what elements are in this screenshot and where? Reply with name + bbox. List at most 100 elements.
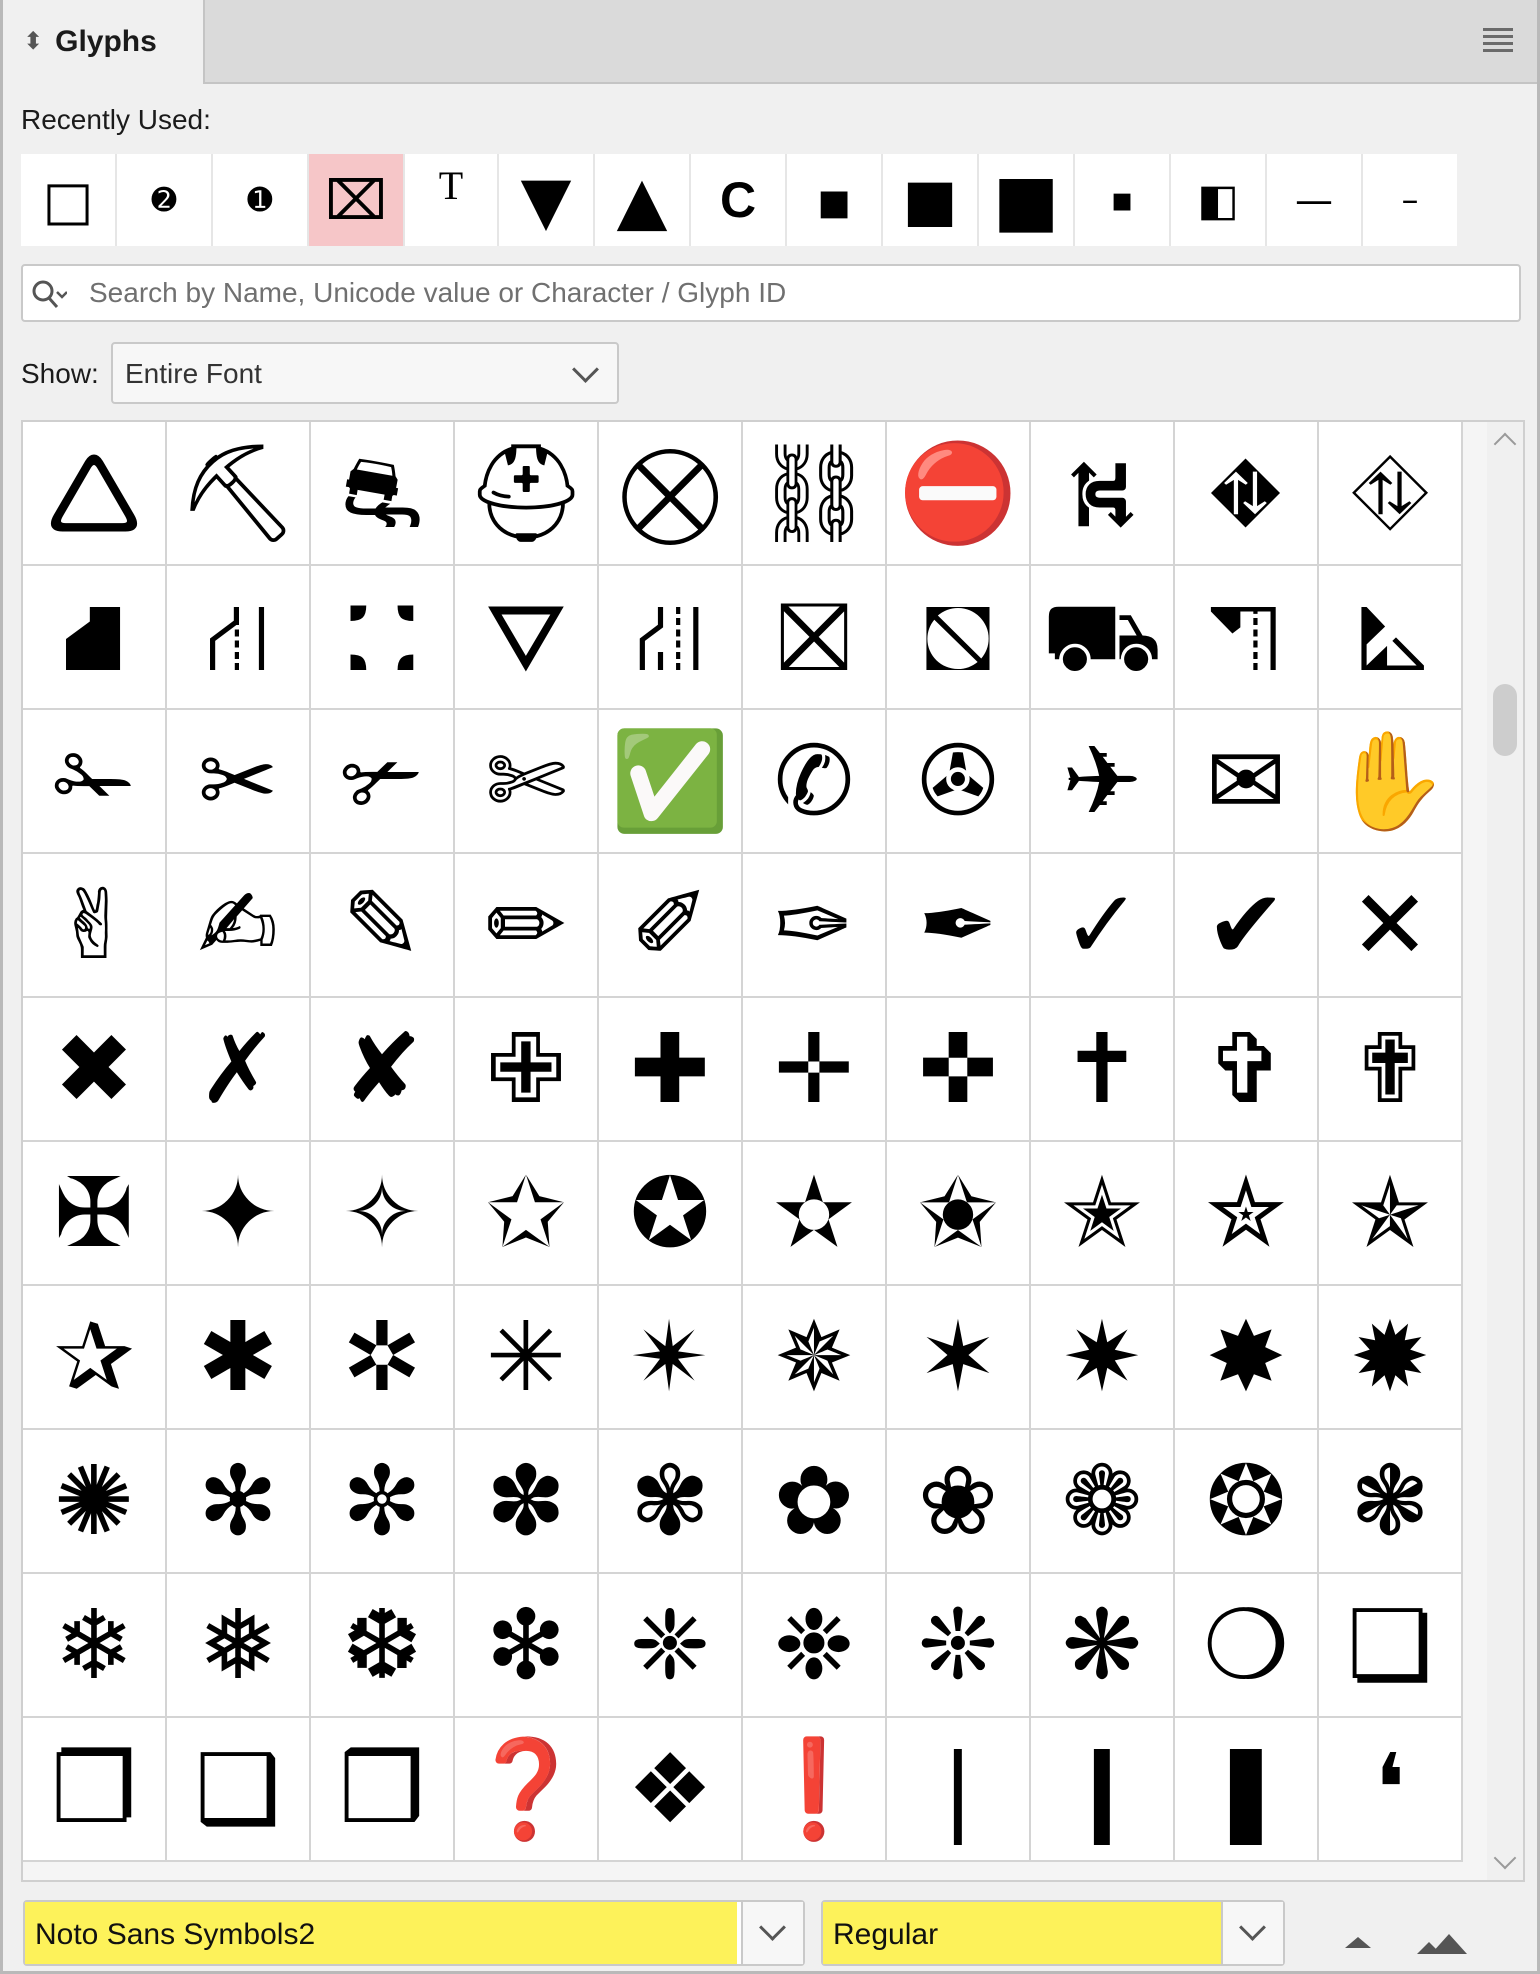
glyph-cell[interactable]: ✯ [1319,1142,1463,1286]
glyph-cell[interactable]: ✴ [599,1286,743,1430]
glyph-cell[interactable]: ⛖ [1175,422,1319,566]
glyph-cell[interactable]: ✮ [1175,1142,1319,1286]
glyph-cell[interactable]: ✹ [1319,1286,1463,1430]
glyph-cell[interactable]: ⛜ [599,566,743,710]
glyph-cell[interactable]: ❉ [743,1574,887,1718]
font-style-dropdown[interactable]: Regular [821,1900,1285,1966]
glyph-cell[interactable]: ✾ [599,1430,743,1574]
glyph-cell[interactable]: ⛙ [167,566,311,710]
glyph-cell[interactable]: ✞ [1175,998,1319,1142]
glyph-cell[interactable]: ❑ [167,1718,311,1862]
glyph-cell[interactable]: ❂ [1175,1430,1319,1574]
glyph-cell[interactable]: ✦ [167,1142,311,1286]
glyph-cell[interactable]: ✠ [23,1142,167,1286]
recent-glyph[interactable]: C [691,154,787,246]
glyph-cell[interactable]: ✌ [23,854,167,998]
glyph-cell[interactable]: ✒ [887,854,1031,998]
glyph-cell[interactable]: ⛗ [1319,422,1463,566]
recent-glyph[interactable]: — [1267,154,1363,246]
recent-glyph[interactable]: ➊ [213,154,309,246]
glyph-cell[interactable]: ✆ [743,710,887,854]
scroll-up-icon[interactable] [1493,432,1517,456]
glyph-cell[interactable]: ✉ [1175,710,1319,854]
recent-glyph[interactable]: ▲ [595,154,691,246]
glyph-cell[interactable]: ⛏ [167,422,311,566]
glyph-cell[interactable]: ⛒ [599,422,743,566]
glyph-cell[interactable]: ✳ [455,1286,599,1430]
glyph-grid-scrollbar[interactable] [1487,422,1523,1880]
glyph-cell[interactable]: ❇ [455,1574,599,1718]
glyph-cell[interactable]: ✇ [887,710,1031,854]
font-style-dropdown-button[interactable] [1221,1902,1283,1964]
glyph-cell[interactable]: ❐ [23,1718,167,1862]
glyph-cell[interactable]: ⛠ [1175,566,1319,710]
glyph-cell[interactable]: ✐ [599,854,743,998]
glyph-cell[interactable]: ✻ [167,1430,311,1574]
recent-glyph[interactable]: – [1363,154,1457,246]
glyph-cell[interactable]: ❏ [1319,1574,1463,1718]
glyph-cell[interactable]: ❁ [1031,1430,1175,1574]
glyph-cell[interactable]: ⛞ [887,566,1031,710]
glyph-cell[interactable]: ❘ [887,1718,1031,1862]
glyph-cell[interactable]: ✲ [311,1286,455,1430]
glyph-cell[interactable]: ✑ [743,854,887,998]
glyph-cell[interactable]: ❋ [1031,1574,1175,1718]
show-dropdown[interactable]: Entire Font [111,342,619,404]
glyph-cell[interactable]: ✸ [1175,1286,1319,1430]
glyph-cell[interactable]: ❓ [455,1718,599,1862]
glyph-cell[interactable]: ❀ [887,1430,1031,1574]
glyph-cell[interactable]: ⛐ [311,422,455,566]
glyph-cell[interactable]: ❍ [1175,1574,1319,1718]
zoom-in-icon[interactable] [1417,1930,1469,1954]
glyph-cell[interactable]: ✶ [887,1286,1031,1430]
glyph-cell[interactable]: ❆ [311,1574,455,1718]
glyph-cell[interactable]: ✽ [455,1430,599,1574]
glyph-cell[interactable]: 🛆 [23,422,167,566]
glyph-cell[interactable]: ❖ [599,1718,743,1862]
recent-glyph[interactable]: ▪ [1075,154,1171,246]
glyph-cell[interactable]: ❈ [599,1574,743,1718]
glyph-cell[interactable]: ✬ [887,1142,1031,1286]
glyph-cell[interactable]: ⛚ [311,566,455,710]
recent-glyph[interactable]: ◧ [1171,154,1267,246]
glyph-cell[interactable]: ✄ [455,710,599,854]
scroll-thumb[interactable] [1493,684,1517,756]
recent-glyph-selected[interactable]: ⌧ [309,154,405,246]
search-icon[interactable] [31,278,67,312]
recent-glyph[interactable]: □ [21,154,117,246]
glyph-cell[interactable]: ❗ [743,1718,887,1862]
glyph-cell[interactable]: ⛛ [455,566,599,710]
glyph-cell[interactable]: ✖ [23,998,167,1142]
glyph-cell[interactable]: ✺ [23,1430,167,1574]
recent-glyph[interactable]: ▪ [787,154,883,246]
glyph-cell[interactable]: ✎ [311,854,455,998]
glyph-cell[interactable]: ⛓ [743,422,887,566]
glyph-cell[interactable]: ✰ [23,1286,167,1430]
glyph-cell[interactable]: ✗ [167,998,311,1142]
glyph-cell[interactable]: ✵ [743,1286,887,1430]
font-family-dropdown-button[interactable] [741,1902,803,1964]
glyph-cell[interactable]: ❅ [167,1574,311,1718]
glyph-cell[interactable]: ❒ [311,1718,455,1862]
glyph-cell[interactable]: ❃ [1319,1430,1463,1574]
glyph-cell[interactable]: ⛘ [23,566,167,710]
recent-glyph[interactable]: ▼ [499,154,595,246]
glyph-cell[interactable]: ⛑ [455,422,599,566]
glyph-cell[interactable]: ✔ [1175,854,1319,998]
glyph-cell[interactable]: ⛡ [1319,566,1463,710]
glyph-cell[interactable]: ✝ [1031,998,1175,1142]
glyph-cell[interactable]: ✚ [599,998,743,1142]
glyph-cell[interactable]: ✅ [599,710,743,854]
glyph-cell[interactable]: ⛟ [1031,566,1175,710]
glyph-search-box[interactable] [21,264,1521,322]
glyph-cell[interactable]: ✫ [743,1142,887,1286]
glyph-cell[interactable]: ✼ [311,1430,455,1574]
glyph-cell[interactable]: ❚ [1175,1718,1319,1862]
glyph-cell[interactable]: ✭ [1031,1142,1175,1286]
glyph-cell[interactable]: ❛ [1319,1718,1463,1862]
glyph-cell[interactable]: ❄ [23,1574,167,1718]
scroll-down-icon[interactable] [1493,1846,1517,1870]
glyph-cell[interactable]: ⛕ [1031,422,1175,566]
glyph-cell[interactable]: ❊ [887,1574,1031,1718]
recent-glyph[interactable]: ➋ [117,154,213,246]
